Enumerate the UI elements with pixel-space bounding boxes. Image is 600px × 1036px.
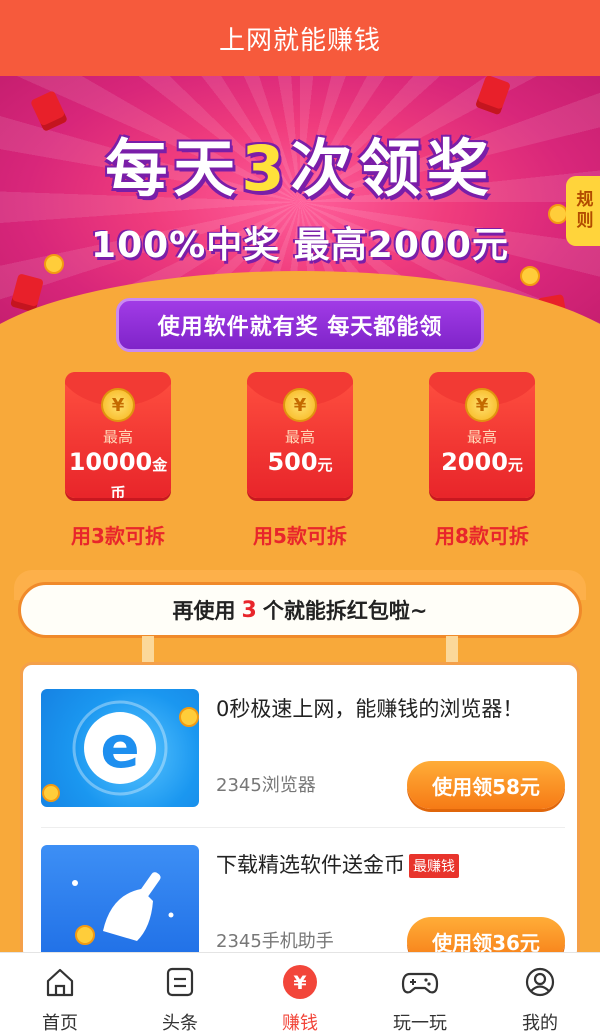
envelope-amount: 10000金币 — [68, 448, 168, 498]
envelope-amount: 500元 — [267, 448, 333, 476]
yuan-coin-icon: ¥ — [465, 388, 499, 422]
app-name: 2345手机助手 — [216, 931, 334, 952]
tab-label: 头条 — [162, 1013, 198, 1034]
gamepad-icon — [401, 963, 439, 1001]
tab-play[interactable]: 玩一玩 — [360, 953, 480, 1036]
user-icon — [521, 963, 559, 1001]
app-title: 下载精选软件送金币 最赚钱 — [216, 849, 459, 879]
coin-decoration — [520, 266, 540, 286]
red-envelope[interactable]: ¥ 最高 500元 — [247, 372, 353, 498]
red-envelope[interactable]: ¥ 最高 2000元 — [429, 372, 535, 498]
page-title: 上网就能赚钱 — [218, 25, 381, 56]
news-icon — [161, 963, 199, 1001]
yuan-coin-icon: ¥ — [101, 388, 135, 422]
banner-title-number: 3 — [241, 132, 291, 205]
tab-home[interactable]: 首页 — [0, 953, 120, 1036]
envelope-unlock-label: 用3款可拆 — [71, 524, 165, 548]
envelope-amount: 2000元 — [441, 448, 523, 476]
use-app-button[interactable]: 使用领58元 — [407, 761, 565, 809]
banner-title: 每天3次领奖 — [0, 118, 600, 208]
app-row: 下载精选软件送金币 最赚钱 2345手机助手 使用领36元 — [23, 821, 577, 959]
tab-earn[interactable]: ¥ 赚钱 — [240, 953, 360, 1036]
banner-title-pre: 每天 — [105, 132, 242, 205]
tab-label: 玩一玩 — [393, 1013, 447, 1034]
progress-text-pre: 再使用 — [172, 599, 236, 623]
tab-me[interactable]: 我的 — [480, 953, 600, 1036]
red-envelope-rewards: ¥ 最高 10000金币 用3款可拆 ¥ 最高 500元 用5款可拆 ¥ 最高 … — [0, 372, 600, 552]
progress-count: 3 — [241, 597, 257, 623]
progress-text-post: 个就能拆红包啦~ — [262, 599, 428, 623]
tab-label: 我的 — [522, 1013, 558, 1034]
cleaner-app-icon[interactable] — [41, 845, 199, 959]
app-title: 0秒极速上网，能赚钱的浏览器！ — [216, 697, 524, 721]
header-bar: 上网就能赚钱 — [0, 0, 600, 76]
app-name: 2345浏览器 — [216, 775, 316, 796]
banner-tagline: 使用软件就有奖 每天都能领 — [116, 298, 484, 352]
tab-news[interactable]: 头条 — [120, 953, 240, 1036]
browser-app-icon[interactable]: e — [41, 689, 199, 807]
app-list-card: e 0秒极速上网，能赚钱的浏览器！ 2345浏览器 使用领58元 下载精选软件送… — [20, 662, 580, 962]
envelope-unlock-label: 用5款可拆 — [253, 524, 347, 548]
banner-title-post: 次领奖 — [290, 132, 495, 205]
yuan-coin-icon: ¥ — [283, 388, 317, 422]
envelope-caption: 最高 — [466, 428, 497, 446]
app-row: e 0秒极速上网，能赚钱的浏览器！ 2345浏览器 使用领58元 — [23, 665, 577, 815]
svg-text:¥: ¥ — [293, 972, 306, 994]
rules-button[interactable]: 规则 — [566, 176, 600, 246]
envelope-caption: 最高 — [102, 428, 133, 446]
bottom-tab-bar: 首页 头条 ¥ 赚钱 玩一玩 我的 — [0, 952, 600, 1036]
progress-banner: 再使用 3 个就能拆红包啦~ — [18, 582, 582, 638]
tab-label: 赚钱 — [282, 1013, 318, 1034]
svg-text:e: e — [100, 713, 139, 781]
envelope-unlock-label: 用8款可拆 — [435, 524, 529, 548]
hot-tag: 最赚钱 — [409, 854, 459, 878]
promo-banner: 每天3次领奖 100%中奖 最高2000元 规则 使用软件就有奖 每天都能领 — [0, 76, 600, 356]
yuan-icon: ¥ — [281, 963, 319, 1001]
banner-subtitle: 100%中奖 最高2000元 — [91, 225, 509, 266]
envelope-caption: 最高 — [284, 428, 315, 446]
home-icon — [41, 963, 79, 1001]
red-envelope[interactable]: ¥ 最高 10000金币 — [65, 372, 171, 498]
tab-label: 首页 — [42, 1013, 78, 1034]
